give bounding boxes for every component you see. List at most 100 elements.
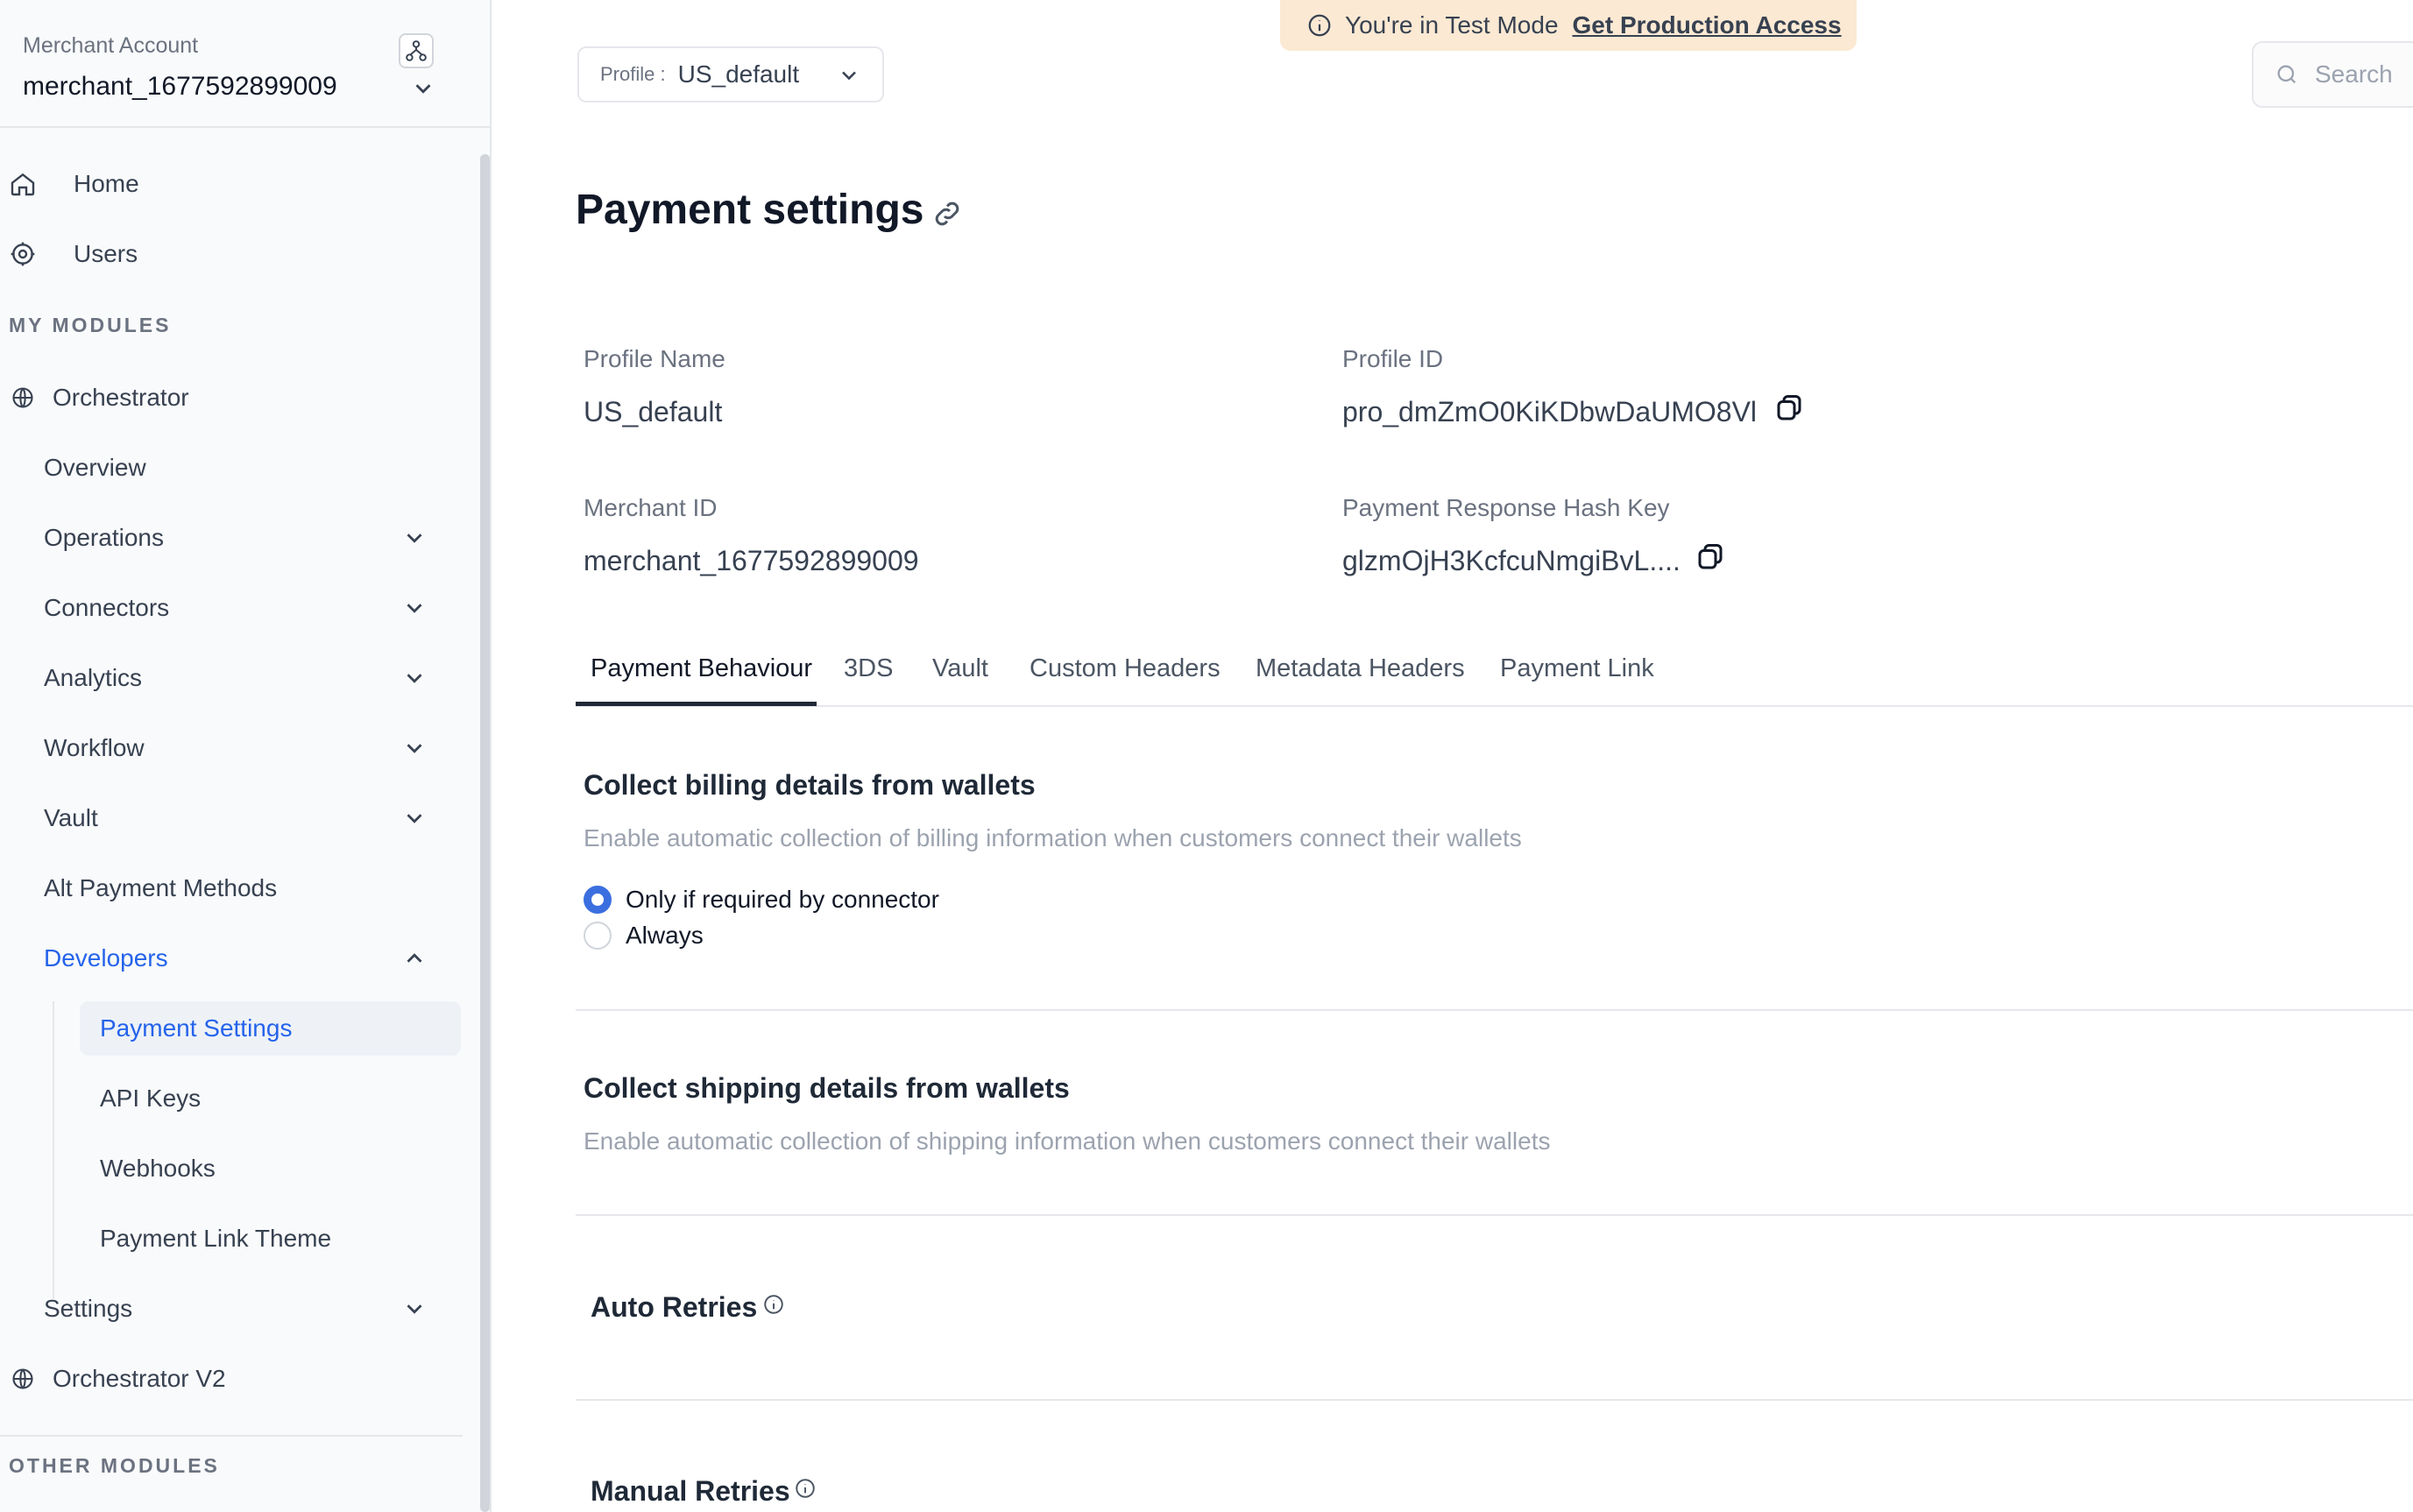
chevron-down-icon[interactable] [401,665,428,691]
chevron-down-icon[interactable] [401,525,428,551]
sidebar-item-label: Orchestrator [53,384,189,411]
shipping-section-description: Enable automatic collection of shipping … [584,1127,1551,1155]
chevron-up-icon[interactable] [401,945,428,971]
chevron-down-icon[interactable] [410,75,436,102]
sidebar-item-label: Settings [44,1295,133,1322]
radio-selected-icon[interactable] [584,886,612,914]
tab-custom-headers[interactable]: Custom Headers [1030,644,1221,707]
sidebar-item-orchestrator-v2[interactable]: Orchestrator V2 [9,1353,226,1405]
tab-payment-link[interactable]: Payment Link [1500,644,1654,707]
sidebar-item-label: Payment Link Theme [100,1225,332,1252]
sidebar-item-connectors[interactable]: Connectors [44,582,169,634]
tab-3ds[interactable]: 3DS [844,644,893,707]
active-tab-indicator [576,702,817,706]
sidebar-item-operations[interactable]: Operations [44,512,164,564]
sidebar-item-api-keys[interactable]: API Keys [100,1072,201,1125]
chevron-down-icon[interactable] [401,805,428,831]
merchant-account-label: Merchant Account [23,33,199,58]
tab-vault[interactable]: Vault [932,644,988,707]
billing-section-description: Enable automatic collection of billing i… [584,824,1522,851]
radio-only-if-required[interactable]: Only if required by connector [584,886,939,914]
sidebar-item-label: Developers [44,944,168,971]
section-divider [576,1399,2413,1401]
test-mode-banner: You're in Test Mode Get Production Acces… [1280,0,1857,51]
search-input[interactable]: Search [2252,41,2413,108]
globe-icon [9,384,37,412]
sidebar-item-label: Users [74,240,138,267]
profile-name-label: Profile Name [584,345,725,372]
section-divider [576,1009,2413,1011]
copy-icon[interactable] [1695,541,1726,573]
sidebar-item-payment-link-theme[interactable]: Payment Link Theme [100,1212,331,1265]
sidebar-item-label: Alt Payment Methods [44,874,278,901]
sidebar: Merchant Account merchant_1677592899009 … [0,0,492,1512]
sidebar-item-label: Vault [44,804,98,831]
sidebar-item-home[interactable]: Home [9,158,139,210]
profile-id-value: pro_dmZmO0KiKDbwDaUMO8Vl [1342,396,1758,427]
sidebar-item-label: Home [74,170,139,197]
manual-retries-title: Manual Retries [591,1475,790,1507]
sidebar-item-label: Operations [44,524,164,551]
radio-unselected-icon[interactable] [584,922,612,950]
sidebar-item-label: Orchestrator V2 [53,1365,226,1392]
search-icon [2277,65,2296,84]
merchant-id-label: Merchant ID [584,494,718,521]
org-switch-icon[interactable] [399,33,434,68]
link-icon[interactable] [931,198,963,230]
other-modules-heading: OTHER MODULES [9,1454,220,1477]
sidebar-item-label: Payment Settings [100,1014,293,1042]
merchant-id-value: merchant_1677592899009 [584,545,919,576]
tab-payment-behaviour[interactable]: Payment Behaviour [591,644,812,707]
test-mode-text: You're in Test Mode [1345,11,1559,39]
sidebar-item-payment-settings[interactable]: Payment Settings [100,1002,292,1055]
sidebar-item-users[interactable]: Users [9,228,138,280]
chevron-down-icon[interactable] [401,1296,428,1322]
info-icon[interactable] [762,1293,785,1316]
sidebar-item-alt-payment-methods[interactable]: Alt Payment Methods [44,862,277,915]
sidebar-item-label: Analytics [44,664,143,691]
merchant-account-name: merchant_1677592899009 [23,72,337,101]
search-placeholder: Search [2315,60,2393,88]
sidebar-item-analytics[interactable]: Analytics [44,652,142,704]
sidebar-divider [0,1435,463,1437]
info-icon[interactable] [794,1477,817,1500]
sidebar-item-overview[interactable]: Overview [44,442,146,494]
chevron-down-icon[interactable] [401,595,428,621]
hash-key-value: glzmOjH3KcfcuNmgiBvL.... [1342,545,1681,576]
profile-name-value: US_default [584,396,723,427]
sidebar-item-label: Workflow [44,734,145,761]
hash-key-label: Payment Response Hash Key [1342,494,1670,521]
sidebar-item-developers[interactable]: Developers [44,932,168,985]
sidebar-scrollbar[interactable] [480,154,490,1512]
my-modules-heading: MY MODULES [9,314,172,336]
sidebar-item-label: Webhooks [100,1155,216,1182]
radio-label: Only if required by connector [626,886,939,913]
section-divider [576,1214,2413,1216]
page-title: Payment settings [576,187,924,233]
globe-icon [9,1365,37,1393]
sidebar-item-label: Overview [44,454,146,481]
copy-icon[interactable] [1773,392,1805,424]
tab-metadata-headers[interactable]: Metadata Headers [1256,644,1465,707]
radio-always[interactable]: Always [584,922,704,950]
chevron-down-icon [842,71,856,81]
billing-section-title: Collect billing details from wallets [584,769,1036,801]
shipping-section-title: Collect shipping details from wallets [584,1072,1070,1104]
home-icon [9,170,37,198]
radio-label: Always [626,922,704,949]
sidebar-item-settings[interactable]: Settings [44,1282,132,1335]
profile-id-label: Profile ID [1342,345,1444,372]
sidebar-item-webhooks[interactable]: Webhooks [100,1142,216,1195]
sidebar-item-workflow[interactable]: Workflow [44,722,145,774]
get-production-access-link[interactable]: Get Production Access [1573,11,1842,39]
info-icon [1308,14,1331,37]
merchant-account-switcher[interactable]: Merchant Account merchant_1677592899009 [0,0,492,128]
sidebar-item-vault[interactable]: Vault [44,792,98,844]
profile-label: Profile : [600,63,666,85]
profile-value: US_default [677,60,800,88]
profile-selector[interactable]: Profile : US_default [577,46,884,102]
chevron-down-icon[interactable] [401,735,428,761]
sidebar-item-label: Connectors [44,594,170,621]
sidebar-item-orchestrator[interactable]: Orchestrator [9,371,189,424]
auto-retries-title: Auto Retries [591,1291,758,1323]
